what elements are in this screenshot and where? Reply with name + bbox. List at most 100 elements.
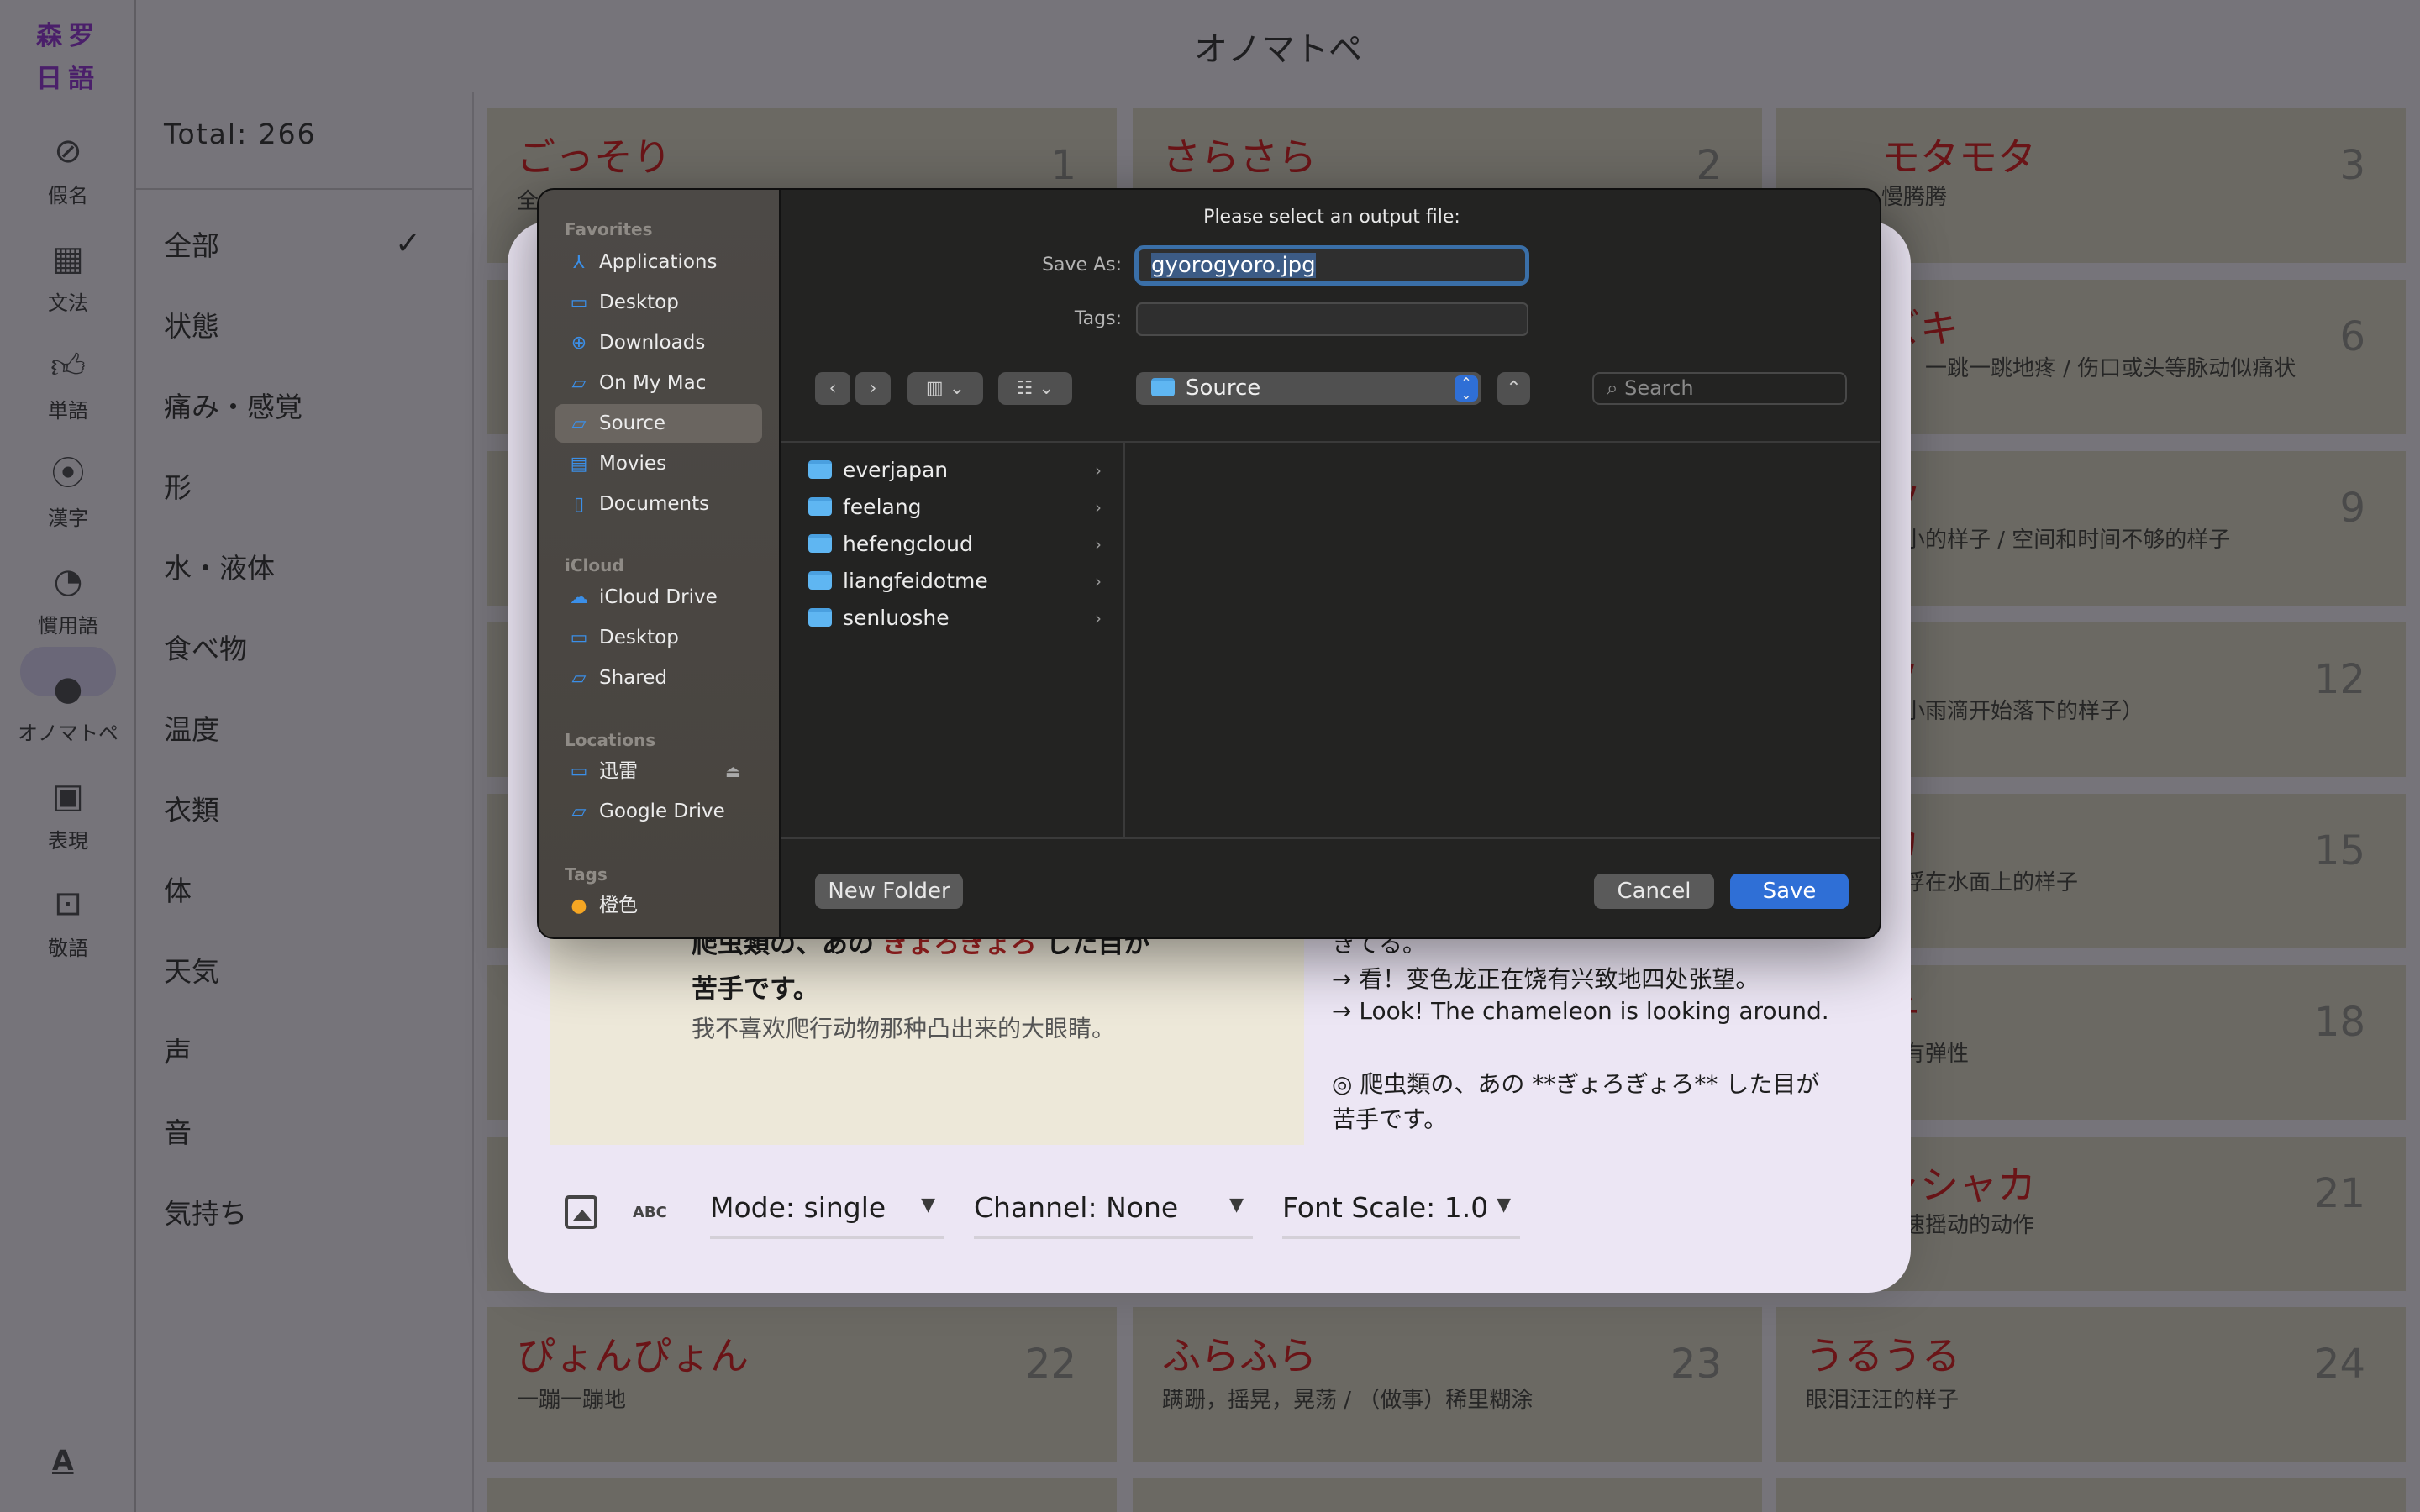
shared-folder-icon: ▱: [571, 668, 587, 689]
file-row[interactable]: everjapan ›: [808, 454, 1102, 487]
card-meaning: 疼，一跳一跳地疼 / 伤口或头等脉动似痛状: [1881, 356, 2296, 381]
filter-item[interactable]: 天気: [164, 949, 219, 990]
forward-button[interactable]: ›: [855, 372, 891, 405]
card-title: モタモタ: [1881, 134, 2036, 180]
cancel-button[interactable]: Cancel: [1594, 874, 1714, 909]
location-pin-icon: ⦿: [51, 454, 85, 493]
filter-item[interactable]: 衣類: [164, 788, 219, 828]
sidebar-item[interactable]: ▱ Shared: [568, 663, 667, 694]
markdown-text: 苦手です。: [1332, 1105, 1448, 1133]
rail-label: オノマトペ: [18, 722, 118, 745]
card-meaning: 蹒跚，摇晃，晃荡 / （做事）稀里糊涂: [1162, 1388, 1534, 1413]
sidebar-item[interactable]: ▭ Desktop: [568, 622, 679, 654]
sidebar-item[interactable]: ● 橙色: [568, 890, 638, 921]
save-as-input[interactable]: gyorogyoro.jpg: [1134, 245, 1529, 286]
preview-zh: 我不喜欢爬行动物那种凸出来的大眼睛。: [692, 1015, 1116, 1042]
sidebar-item[interactable]: ▯ Documents: [568, 489, 709, 520]
new-folder-button[interactable]: New Folder: [815, 874, 963, 909]
group-button[interactable]: ☷ ⌄: [998, 372, 1072, 405]
folder-icon: [808, 534, 832, 553]
sidebar-item[interactable]: ⊕ Downloads: [568, 328, 706, 359]
search-field[interactable]: ⌕ Search: [1592, 372, 1847, 405]
tags-input[interactable]: [1136, 302, 1528, 336]
divider: [781, 837, 1880, 839]
onomatopoeia-card[interactable]: [1776, 1478, 2406, 1512]
sidebar-item[interactable]: ☁ iCloud Drive: [568, 582, 718, 613]
sidebar-item[interactable]: ▱ On My Mac: [568, 368, 707, 399]
card-meaning: 快速摇动的动作: [1881, 1213, 2035, 1238]
font-icon[interactable]: A: [52, 1444, 74, 1477]
filter-item[interactable]: 音: [164, 1110, 192, 1151]
chevron-right-icon: ›: [1095, 608, 1102, 628]
expand-button[interactable]: ⌃: [1497, 372, 1530, 405]
mode-dropdown[interactable]: Mode: single ▼: [710, 1191, 944, 1239]
filter-item[interactable]: 形: [164, 465, 192, 506]
file-row[interactable]: feelang ›: [808, 491, 1102, 524]
folder-icon: [1151, 378, 1175, 396]
folder-icon: [808, 497, 832, 516]
filter-item[interactable]: 声: [164, 1030, 192, 1070]
file-row[interactable]: senluoshe ›: [808, 601, 1102, 635]
card-meaning: 漂浮在水面上的样子: [1881, 870, 2079, 895]
compass-icon: ⊘: [54, 132, 82, 171]
sidebar-item[interactable]: ▭ Desktop: [568, 287, 679, 318]
app-logo: 森罗 日語: [36, 21, 100, 94]
rail-label: 敬語: [48, 937, 88, 960]
card-title: うるうる: [1806, 1333, 1960, 1378]
filter-item[interactable]: 全部: [164, 223, 219, 264]
filter-item[interactable]: 水・液体: [164, 546, 275, 586]
filter-item[interactable]: 体: [164, 869, 192, 909]
divider: [136, 188, 472, 190]
folder-icon: ▱: [571, 373, 587, 394]
column-view-button[interactable]: ▥ ⌄: [908, 372, 983, 405]
sidebar-item[interactable]: ⅄ Applications: [568, 247, 717, 278]
chevron-right-icon: ›: [1095, 534, 1102, 554]
rail-item-6[interactable]: ▣ 表現: [0, 778, 136, 853]
file-row[interactable]: hefengcloud ›: [808, 528, 1102, 561]
rail-item-3[interactable]: ⦿ 漢字: [0, 455, 136, 531]
rail-item-1[interactable]: ▦ 文法: [0, 240, 136, 316]
divider: [781, 441, 1880, 443]
font-scale-dropdown[interactable]: Font Scale: 1.0 ▼: [1282, 1191, 1520, 1239]
onomatopoeia-card[interactable]: うるうる 24 眼泪汪汪的样子: [1776, 1307, 2406, 1462]
sidebar-item[interactable]: ▭ 迅雷: [568, 756, 638, 787]
sidebar-item[interactable]: ▱ Source: [568, 408, 666, 439]
onomatopoeia-card[interactable]: ぴょんぴょん 22 一蹦一蹦地: [487, 1307, 1117, 1462]
image-icon[interactable]: [565, 1195, 597, 1229]
filter-item[interactable]: 状態: [164, 304, 219, 344]
total-count: Total: 266: [164, 118, 317, 150]
rail-item-2[interactable]: 👍︎ 単語: [0, 348, 136, 423]
card-number: 21: [2313, 1170, 2365, 1217]
filter-item[interactable]: 痛み・感覚: [164, 385, 302, 425]
card-number: 22: [1024, 1341, 1076, 1388]
file-row[interactable]: liangfeidotme ›: [808, 564, 1102, 598]
filter-item[interactable]: 気持ち: [164, 1191, 247, 1231]
card-number: 2: [1696, 142, 1722, 189]
location-popup[interactable]: Source ⌃ ⌄: [1136, 372, 1481, 405]
card-number: 23: [1670, 1341, 1722, 1388]
filter-item[interactable]: 食べ物: [164, 627, 247, 667]
sidebar-section-header: Tags: [565, 864, 608, 885]
columns-icon: ▥ ⌄: [925, 378, 965, 399]
channel-dropdown[interactable]: Channel: None ▼: [974, 1191, 1253, 1239]
rail-item-5[interactable]: ● オノマトペ: [0, 647, 136, 746]
sidebar-item[interactable]: ▱ Google Drive: [568, 796, 725, 827]
card-number: 15: [2313, 827, 2365, 874]
applications-icon: ⅄: [573, 252, 585, 273]
rail-item-7[interactable]: ⊡ 敬語: [0, 885, 136, 961]
back-button[interactable]: ‹: [815, 372, 850, 405]
rail-item-4[interactable]: ◔ 慣用語: [0, 563, 136, 638]
onomatopoeia-card[interactable]: ふらふら 23 蹒跚，摇晃，晃荡 / （做事）稀里糊涂: [1133, 1307, 1762, 1462]
search-icon: ⌕: [1607, 376, 1625, 400]
column-divider: [1123, 443, 1125, 839]
onomatopoeia-card[interactable]: [1133, 1478, 1762, 1512]
folder-icon: ▱: [571, 801, 587, 822]
save-button[interactable]: Save: [1730, 874, 1849, 909]
onomatopoeia-card[interactable]: [487, 1478, 1117, 1512]
rail-item-0[interactable]: ⊘ 假名: [0, 133, 136, 208]
sidebar-item[interactable]: ▤ Movies: [568, 449, 666, 480]
eject-icon[interactable]: ⏏: [725, 761, 741, 781]
abc-icon[interactable]: ABC: [633, 1204, 667, 1221]
document-icon: ▯: [573, 494, 585, 515]
filter-item[interactable]: 温度: [164, 707, 219, 748]
